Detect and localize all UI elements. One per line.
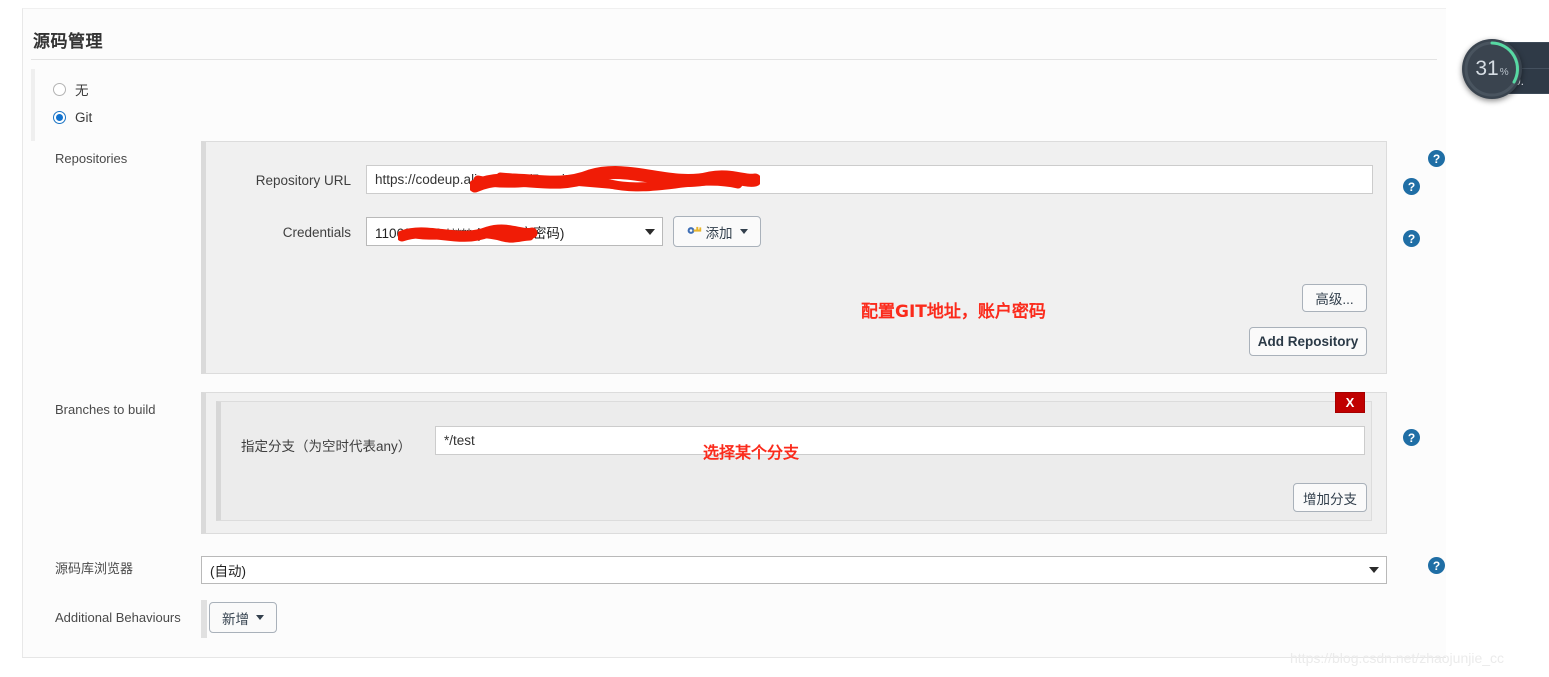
title-divider bbox=[31, 59, 1437, 60]
delete-branch-label: X bbox=[1345, 395, 1355, 410]
chevron-down-icon bbox=[645, 228, 655, 235]
gauge-readout: 31% bbox=[1462, 39, 1522, 99]
repository-browser-select[interactable]: (自动) bbox=[201, 556, 1387, 584]
bottom-divider bbox=[22, 657, 1446, 658]
chevron-down-icon bbox=[256, 615, 264, 620]
branch-specifier-help-icon[interactable]: ? bbox=[1403, 429, 1420, 446]
help-glyph: ? bbox=[1407, 179, 1416, 194]
repository-url-help-icon[interactable]: ? bbox=[1403, 178, 1420, 195]
help-glyph: ? bbox=[1407, 231, 1416, 246]
repositories-help-icon[interactable]: ? bbox=[1428, 150, 1445, 167]
delete-branch-button[interactable]: X bbox=[1335, 392, 1365, 413]
add-credentials-label: 添加 bbox=[705, 225, 733, 241]
branch-specifier-label: 指定分支（为空时代表any） bbox=[241, 439, 412, 454]
credentials-select-value: 110684553 ***** (GIT 账户密码) bbox=[375, 225, 565, 241]
repository-browser-help-icon[interactable]: ? bbox=[1428, 557, 1445, 574]
radio-git-icon[interactable] bbox=[53, 111, 66, 124]
advanced-button-label: 高级... bbox=[1315, 292, 1354, 307]
scm-option-none-label: 无 bbox=[75, 83, 89, 98]
help-glyph: ? bbox=[1432, 151, 1441, 166]
additional-behaviours-rail bbox=[201, 600, 207, 638]
repositories-panel: Repository URL https://codeup.aliyun.com… bbox=[201, 141, 1420, 374]
scm-config-section: 源码管理 无 Git Repositories Repository URL h… bbox=[22, 8, 1446, 658]
branches-panel: 指定分支（为空时代表any） */test X 增加分支 ? bbox=[201, 392, 1420, 534]
credentials-label: Credentials bbox=[282, 225, 351, 240]
scm-option-none[interactable]: 无 bbox=[53, 79, 89, 99]
scm-option-git[interactable]: Git bbox=[53, 110, 92, 125]
key-icon bbox=[687, 224, 702, 239]
advanced-button[interactable]: 高级... bbox=[1302, 284, 1367, 312]
add-credentials-button[interactable]: 添加 bbox=[673, 216, 761, 247]
page-title: 源码管理 bbox=[33, 32, 103, 51]
chevron-down-icon bbox=[739, 229, 748, 234]
annotation-repositories: 配置GIT地址，账户密码 bbox=[861, 302, 1046, 322]
branch-specifier-input[interactable]: */test bbox=[435, 426, 1365, 455]
repository-browser-label: 源码库浏览器 bbox=[55, 561, 134, 576]
radio-none-icon[interactable] bbox=[53, 82, 66, 96]
repositories-section-label: Repositories bbox=[55, 151, 128, 166]
annotation-branches: 选择某个分支 bbox=[703, 443, 800, 462]
watermark: https://blog.csdn.net/zhaojunjie_cc bbox=[1290, 650, 1505, 666]
scm-option-git-label: Git bbox=[75, 110, 93, 125]
help-glyph: ? bbox=[1432, 558, 1441, 573]
repository-browser-value: (自动) bbox=[210, 564, 246, 579]
add-repository-button-label: Add Repository bbox=[1257, 334, 1359, 349]
repository-url-input[interactable]: https://codeup.aliyun.com/5e .git bbox=[366, 165, 1373, 194]
add-behaviour-label: 新增 bbox=[222, 611, 249, 627]
branches-section-label: Branches to build bbox=[55, 402, 156, 417]
scm-choice-group: 无 Git bbox=[31, 69, 1435, 141]
repository-url-label: Repository URL bbox=[255, 173, 351, 188]
additional-behaviours-label: Additional Behaviours bbox=[55, 610, 181, 625]
gauge-value: 31 bbox=[1475, 57, 1499, 80]
add-branch-button-label: 增加分支 bbox=[1303, 491, 1357, 507]
gauge-unit: % bbox=[1499, 66, 1509, 78]
add-repository-button[interactable]: Add Repository bbox=[1249, 327, 1367, 356]
add-branch-button[interactable]: 增加分支 bbox=[1293, 483, 1367, 512]
credentials-help-icon[interactable]: ? bbox=[1403, 230, 1420, 247]
help-glyph: ? bbox=[1407, 430, 1416, 445]
add-behaviour-button[interactable]: 新增 bbox=[209, 602, 277, 633]
chevron-down-icon bbox=[1369, 567, 1379, 573]
credentials-select[interactable]: 110684553 ***** (GIT 账户密码) bbox=[366, 217, 663, 246]
cpu-gauge[interactable]: 31% bbox=[1462, 39, 1522, 99]
page-root: 源码管理 无 Git Repositories Repository URL h… bbox=[0, 0, 1549, 677]
